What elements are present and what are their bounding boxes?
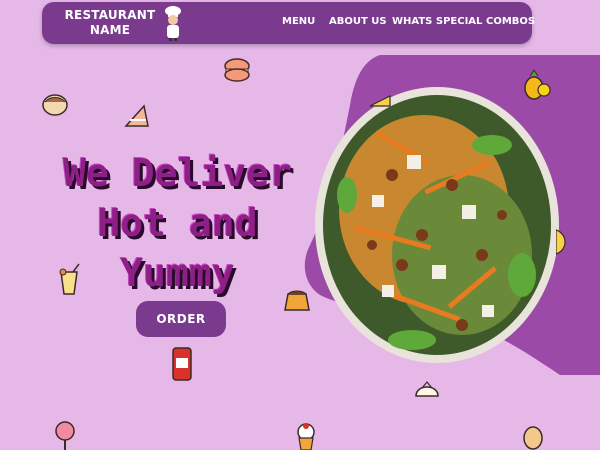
cupcake-icon	[297, 423, 315, 450]
peanut-icon	[523, 426, 543, 450]
dumpling-icon	[415, 381, 439, 397]
chef-icon	[165, 6, 181, 41]
lemon-slice-icon	[556, 229, 566, 255]
headline-line-2: Hot and	[97, 201, 258, 245]
brand-line-2: NAME	[89, 23, 131, 37]
macaron-icon	[224, 58, 250, 82]
headline-line-1: We Deliver	[63, 151, 292, 195]
nav-about-us[interactable]: ABOUT US	[329, 16, 387, 27]
nav-whats-special[interactable]: WHATS SPECIAL	[392, 16, 482, 27]
salad-bowl-image	[315, 87, 559, 363]
top-navbar: RESTAURANT NAME MENU ABOUT US WHATS SPEC…	[42, 2, 535, 44]
cheese-icon	[369, 95, 391, 107]
nav-menu[interactable]: MENU	[282, 16, 315, 27]
cookie-icon	[42, 94, 68, 116]
pineapple-icon	[524, 69, 551, 100]
lollipop-icon	[55, 421, 75, 450]
soda-can-icon	[172, 347, 192, 381]
nav-combos[interactable]: COMBOS	[486, 16, 535, 27]
brand-line-1: RESTAURANT	[64, 8, 156, 22]
juice-glass-icon	[59, 263, 80, 295]
cake-slice-icon	[124, 104, 149, 127]
order-button[interactable]: ORDER	[136, 301, 226, 337]
pudding-icon	[284, 290, 310, 311]
restaurant-name[interactable]: RESTAURANT NAME	[58, 8, 162, 38]
